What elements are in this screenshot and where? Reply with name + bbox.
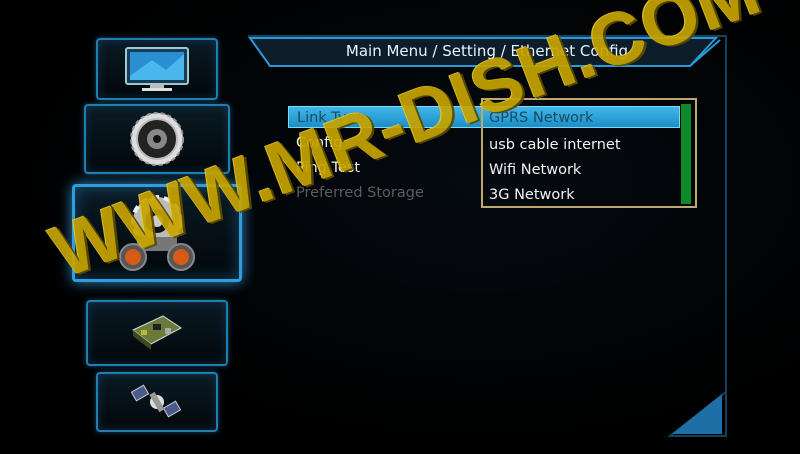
- stb-screen: Main Menu / Setting / Ethernet Config Li…: [0, 0, 800, 454]
- dropdown-option-usb[interactable]: usb cable internet: [489, 134, 621, 156]
- dropdown-scrollbar[interactable]: [681, 104, 691, 204]
- dropdown-option-wifi[interactable]: Wifi Network: [489, 159, 581, 181]
- dropdown-option-3g[interactable]: 3G Network: [489, 184, 575, 206]
